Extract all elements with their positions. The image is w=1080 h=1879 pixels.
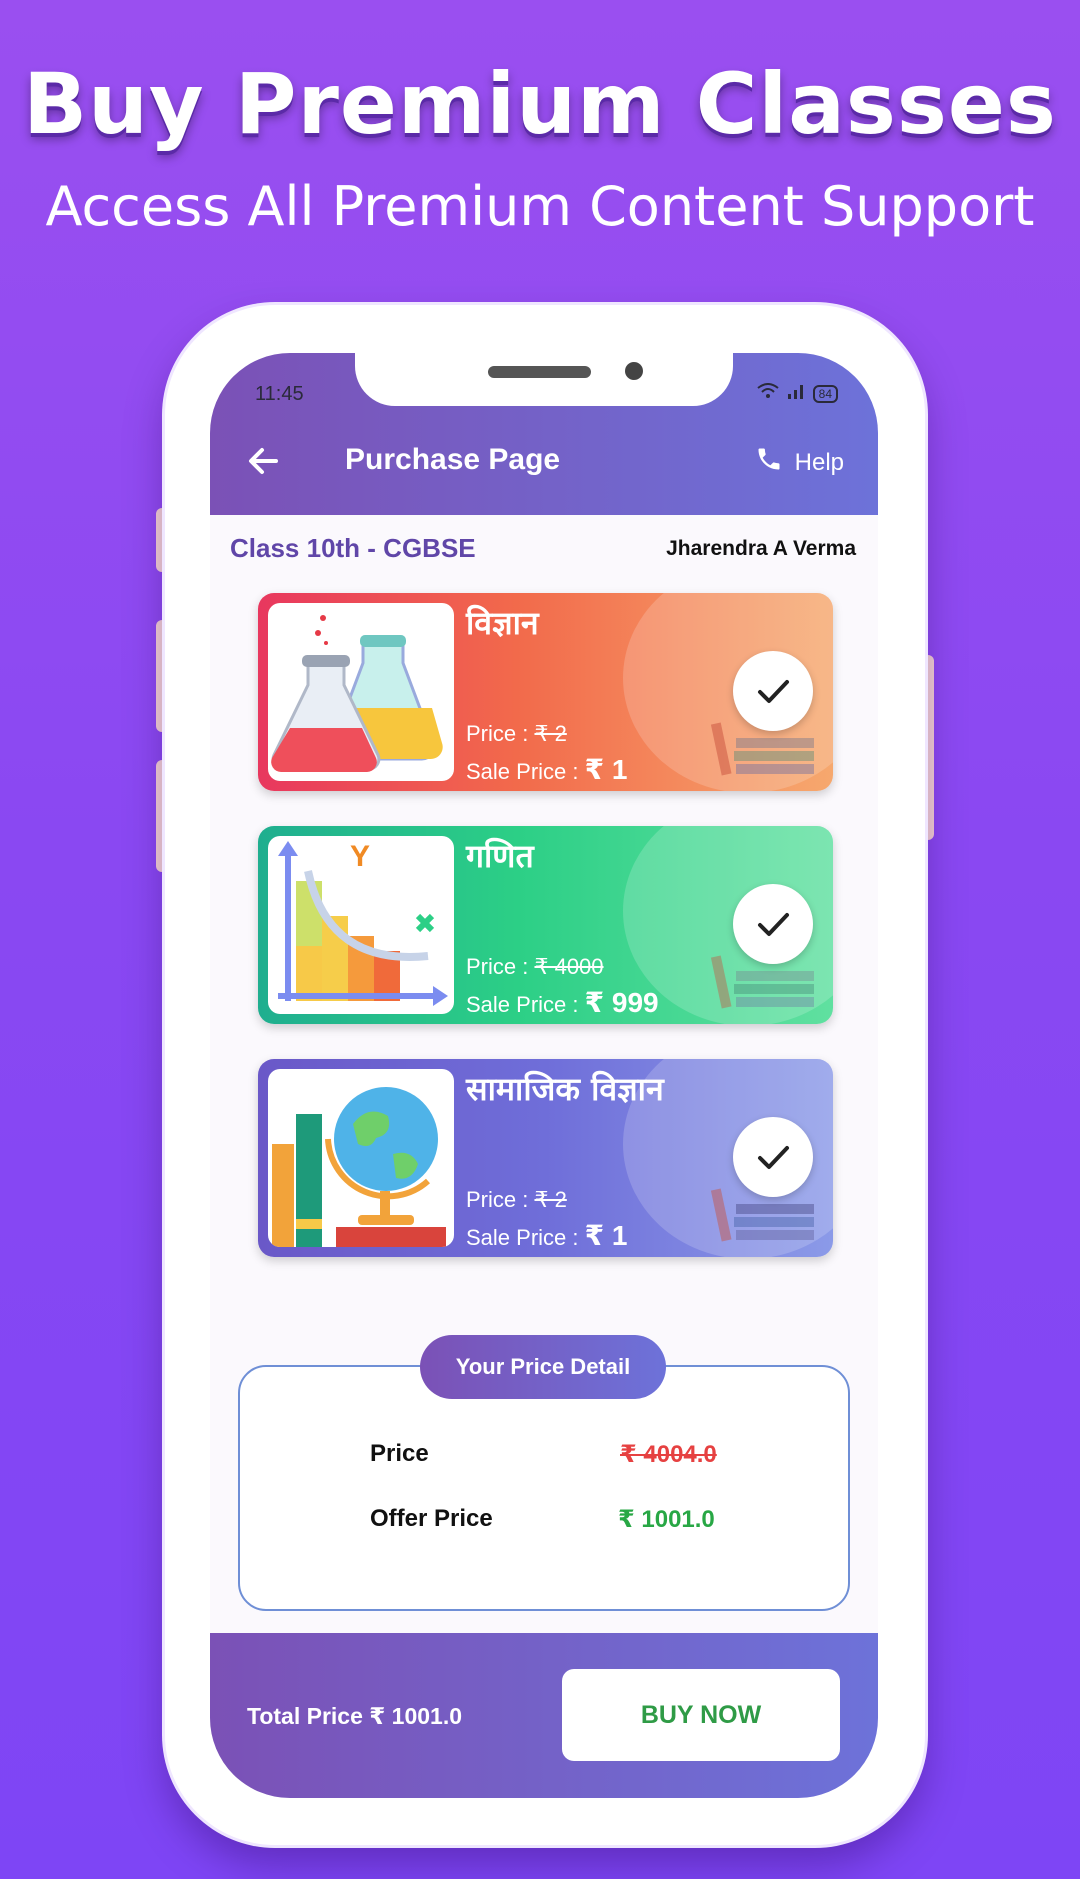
phone-speaker bbox=[488, 366, 591, 378]
subject-name: सामाजिक विज्ञान bbox=[466, 1070, 664, 1108]
help-label: Help bbox=[794, 448, 844, 476]
subject-sale-price: Sale Price : ₹ 1 bbox=[466, 754, 628, 785]
page-title: Purchase Page bbox=[345, 443, 561, 476]
promo-subline: Access All Premium Content Support bbox=[45, 175, 1035, 238]
subject-name: गणित bbox=[466, 837, 534, 875]
promo-headline: Buy Premium Classes bbox=[23, 55, 1057, 153]
globe-icon bbox=[268, 1069, 454, 1247]
price-detail-heading: Your Price Detail bbox=[420, 1335, 666, 1399]
phone-icon bbox=[755, 445, 783, 480]
selected-check-icon[interactable] bbox=[733, 884, 813, 964]
front-camera bbox=[625, 362, 643, 380]
bottom-bar: Total Price ₹ 1001.0 BUY NOW bbox=[210, 1633, 878, 1798]
subject-sale-price: Sale Price : ₹ 999 bbox=[466, 987, 659, 1018]
back-arrow-icon[interactable] bbox=[242, 439, 286, 483]
subject-price: Price : ₹ 2 bbox=[466, 1187, 567, 1212]
buy-now-button[interactable]: BUY NOW bbox=[562, 1669, 840, 1761]
selected-check-icon[interactable] bbox=[733, 651, 813, 731]
wifi-icon bbox=[757, 383, 779, 404]
battery-icon: 84 bbox=[812, 384, 838, 403]
offer-price-label: Offer Price bbox=[370, 1505, 493, 1532]
signal-icon bbox=[787, 383, 805, 404]
offer-price-value: ₹ 1001.0 bbox=[618, 1506, 715, 1533]
subject-name: विज्ञान bbox=[466, 604, 539, 642]
status-time: 11:45 bbox=[255, 383, 304, 405]
user-name: Jharendra A Verma bbox=[666, 537, 856, 560]
graph-chart-icon: Y bbox=[268, 836, 454, 1014]
flask-icon bbox=[268, 603, 454, 781]
subject-sale-price: Sale Price : ₹ 1 bbox=[466, 1220, 628, 1251]
price-value: ₹ 4004.0 bbox=[620, 1441, 717, 1468]
subject-price: Price : ₹ 2 bbox=[466, 721, 567, 746]
subject-card-maths[interactable]: Y गणित Price : ₹ 4000 Sale Price : ₹ 999 bbox=[258, 826, 833, 1024]
selected-check-icon[interactable] bbox=[733, 1117, 813, 1197]
price-label: Price bbox=[370, 1440, 429, 1467]
status-icons: 84 bbox=[757, 383, 838, 404]
svg-text:Y: Y bbox=[350, 840, 370, 873]
price-detail-box bbox=[238, 1365, 850, 1611]
subject-price: Price : ₹ 4000 bbox=[466, 954, 604, 979]
help-button[interactable]: Help bbox=[755, 445, 844, 480]
class-label: Class 10th - CGBSE bbox=[230, 533, 476, 563]
total-price: Total Price ₹ 1001.0 bbox=[247, 1703, 463, 1729]
phone-screen: 11:45 84 Purchase Page Help Class 10th -… bbox=[210, 353, 878, 1798]
subject-card-social-science[interactable]: सामाजिक विज्ञान Price : ₹ 2 Sale Price :… bbox=[258, 1059, 833, 1257]
subject-card-science[interactable]: विज्ञान Price : ₹ 2 Sale Price : ₹ 1 bbox=[258, 593, 833, 791]
